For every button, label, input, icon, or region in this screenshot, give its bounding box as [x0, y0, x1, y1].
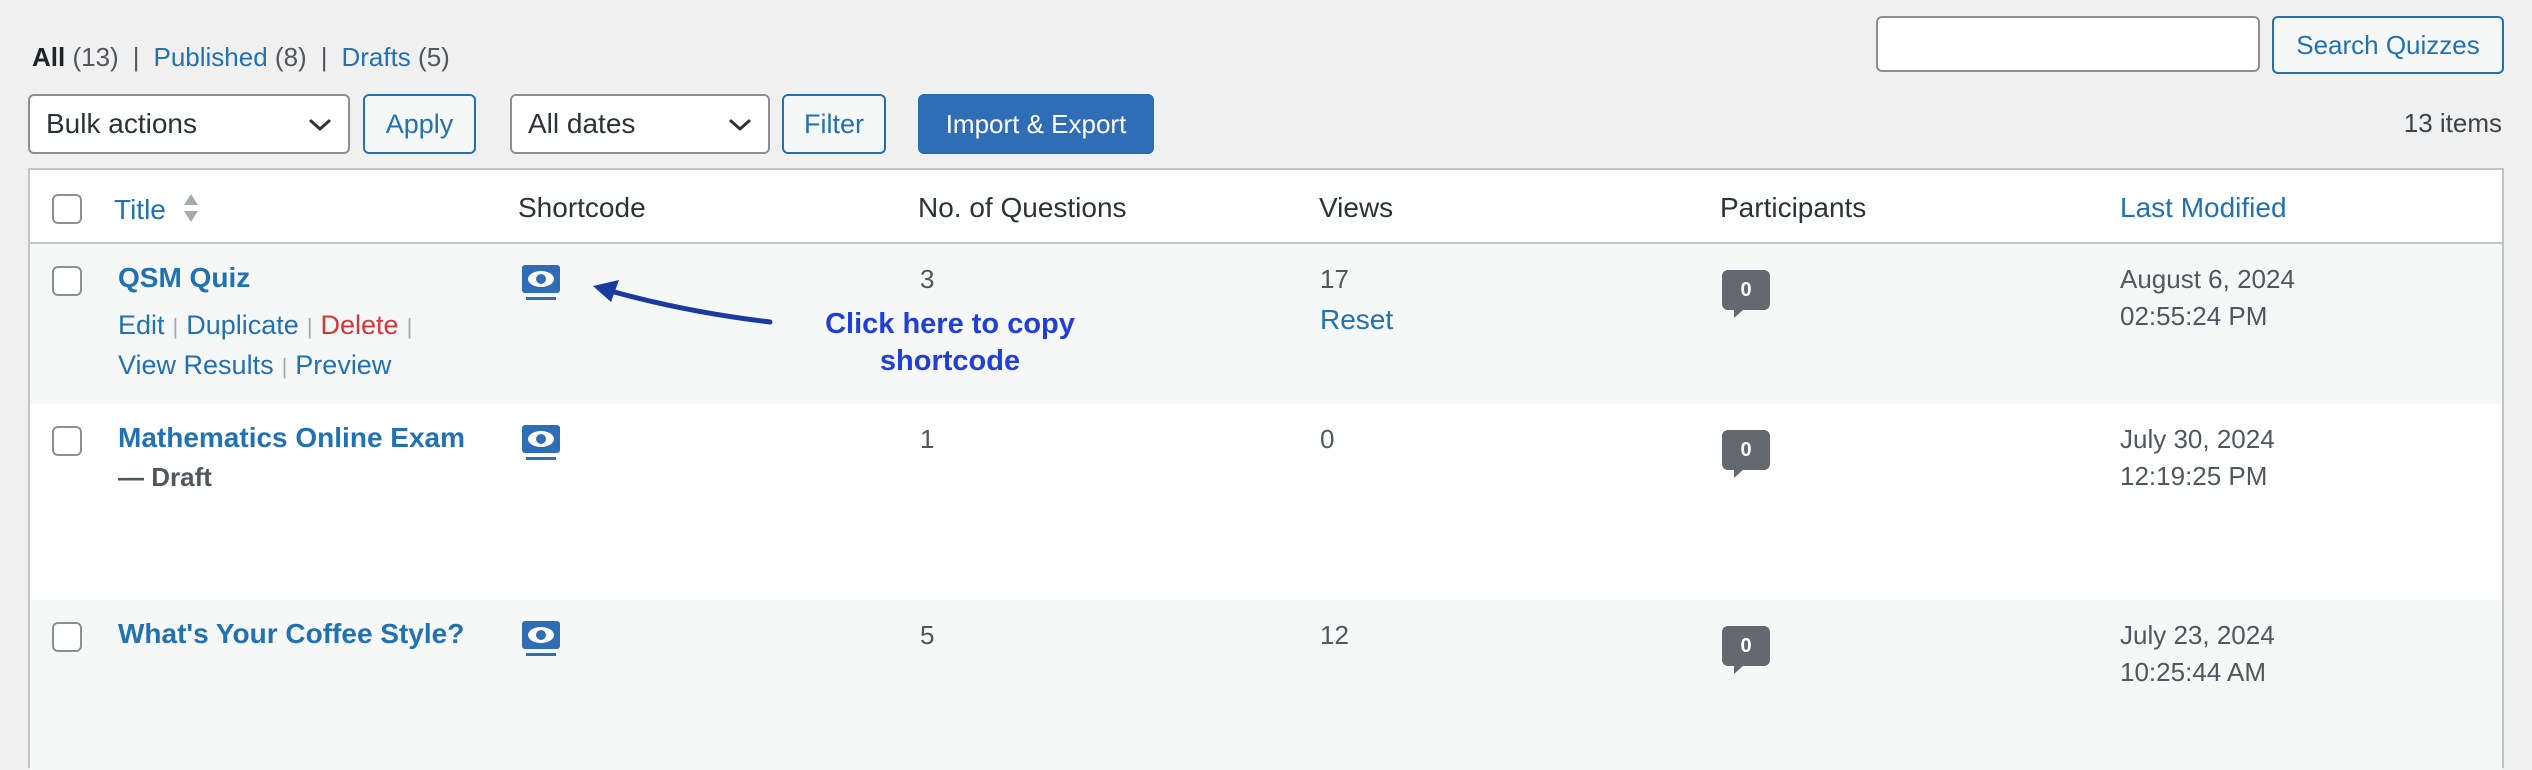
quiz-title-link[interactable]: What's Your Coffee Style?: [118, 618, 464, 650]
annotation-line-2: shortcode: [879, 345, 1021, 377]
column-shortcode-header: Shortcode: [518, 192, 646, 223]
filter-drafts-count: (5): [418, 42, 450, 72]
column-last-modified-header[interactable]: Last Modified: [2120, 192, 2287, 224]
view-results-link[interactable]: View Results: [118, 350, 274, 380]
questions-count: 1: [920, 424, 935, 454]
search-input[interactable]: [1876, 16, 2260, 72]
filter-separator: |: [320, 42, 328, 72]
quizzes-table: Title Shortcode No. of Questions Views P…: [28, 168, 2504, 770]
row-checkbox[interactable]: [52, 426, 82, 456]
participants-count: 0: [1740, 278, 1752, 301]
import-export-button[interactable]: Import & Export: [918, 94, 1154, 154]
post-state: — Draft: [118, 462, 212, 492]
preview-link[interactable]: Preview: [295, 350, 391, 380]
views-count: 17: [1320, 264, 1349, 294]
annotation-line-1: Click here to copy: [825, 308, 1075, 340]
table-row: QSM Quiz Edit | Duplicate | Delete | View Res…: [30, 244, 2502, 404]
filter-separator: |: [132, 42, 140, 72]
select-all-checkbox[interactable]: [52, 194, 82, 224]
questions-count: 5: [920, 620, 935, 650]
row-checkbox[interactable]: [52, 622, 82, 652]
table-row: Mathematics Online Exam — Draft 1 0 0 Ju…: [30, 404, 2502, 600]
comment-bubble-icon: 0: [1722, 430, 1770, 478]
eye-screen-icon[interactable]: [521, 620, 561, 665]
column-title-header[interactable]: Title: [114, 192, 200, 231]
modified-date: July 23, 2024: [2120, 620, 2275, 650]
quiz-title-link[interactable]: QSM Quiz: [118, 262, 250, 294]
edit-link[interactable]: Edit: [118, 310, 165, 340]
participants-count: 0: [1740, 634, 1752, 657]
apply-button[interactable]: Apply: [363, 94, 476, 154]
dates-value: All dates: [528, 108, 636, 139]
modified-date: July 30, 2024: [2120, 424, 2275, 454]
eye-screen-icon[interactable]: [521, 264, 561, 309]
filter-all-link[interactable]: All: [32, 42, 65, 72]
table-row: What's Your Coffee Style? 5 12 0 July 23…: [30, 600, 2502, 770]
chevron-down-icon: [728, 108, 752, 140]
questions-count: 3: [920, 264, 935, 294]
filter-published-link[interactable]: Published: [153, 42, 267, 72]
bulk-actions-value: Bulk actions: [46, 108, 197, 139]
participants-count: 0: [1740, 438, 1752, 461]
status-filters: All (13) | Published (8) | Drafts (5): [32, 42, 450, 73]
column-questions-header: No. of Questions: [918, 192, 1127, 223]
bulk-actions-select[interactable]: Bulk actions: [28, 94, 350, 154]
comment-bubble-icon: 0: [1722, 270, 1770, 318]
filter-drafts-link[interactable]: Drafts: [341, 42, 410, 72]
items-count: 13 items: [2403, 108, 2502, 138]
reset-views-link[interactable]: Reset: [1320, 304, 1393, 336]
filter-all-count: (13): [72, 42, 119, 72]
modified-time: 10:25:44 AM: [2120, 657, 2266, 687]
views-count: 12: [1320, 620, 1349, 650]
row-actions: Edit | Duplicate | Delete |: [118, 310, 420, 341]
annotation-text: Click here to copy shortcode: [805, 306, 1095, 380]
action-separator: |: [306, 314, 313, 339]
chevron-down-icon: [308, 108, 332, 140]
delete-link[interactable]: Delete: [321, 310, 399, 340]
action-separator: |: [406, 314, 413, 339]
dates-select[interactable]: All dates: [510, 94, 770, 154]
row-checkbox[interactable]: [52, 266, 82, 296]
views-count: 0: [1320, 424, 1335, 454]
modified-time: 02:55:24 PM: [2120, 301, 2268, 331]
modified-date: August 6, 2024: [2120, 264, 2295, 294]
table-header: Title Shortcode No. of Questions Views P…: [30, 170, 2502, 244]
row-actions-secondary: View Results | Preview: [118, 350, 391, 381]
duplicate-link[interactable]: Duplicate: [186, 310, 299, 340]
modified-time: 12:19:25 PM: [2120, 461, 2268, 491]
comment-bubble-icon: 0: [1722, 626, 1770, 674]
annotation-arrow: [593, 280, 773, 325]
action-separator: |: [281, 354, 288, 379]
search-quizzes-button[interactable]: Search Quizzes: [2272, 16, 2504, 74]
sort-arrows-icon: [182, 192, 200, 231]
quiz-title-link[interactable]: Mathematics Online Exam: [118, 422, 465, 454]
filter-button[interactable]: Filter: [782, 94, 886, 154]
eye-screen-icon[interactable]: [521, 424, 561, 469]
action-separator: |: [172, 314, 179, 339]
filter-published-count: (8): [274, 42, 307, 72]
column-views-header: Views: [1319, 192, 1394, 223]
column-participants-header: Participants: [1720, 192, 1867, 223]
